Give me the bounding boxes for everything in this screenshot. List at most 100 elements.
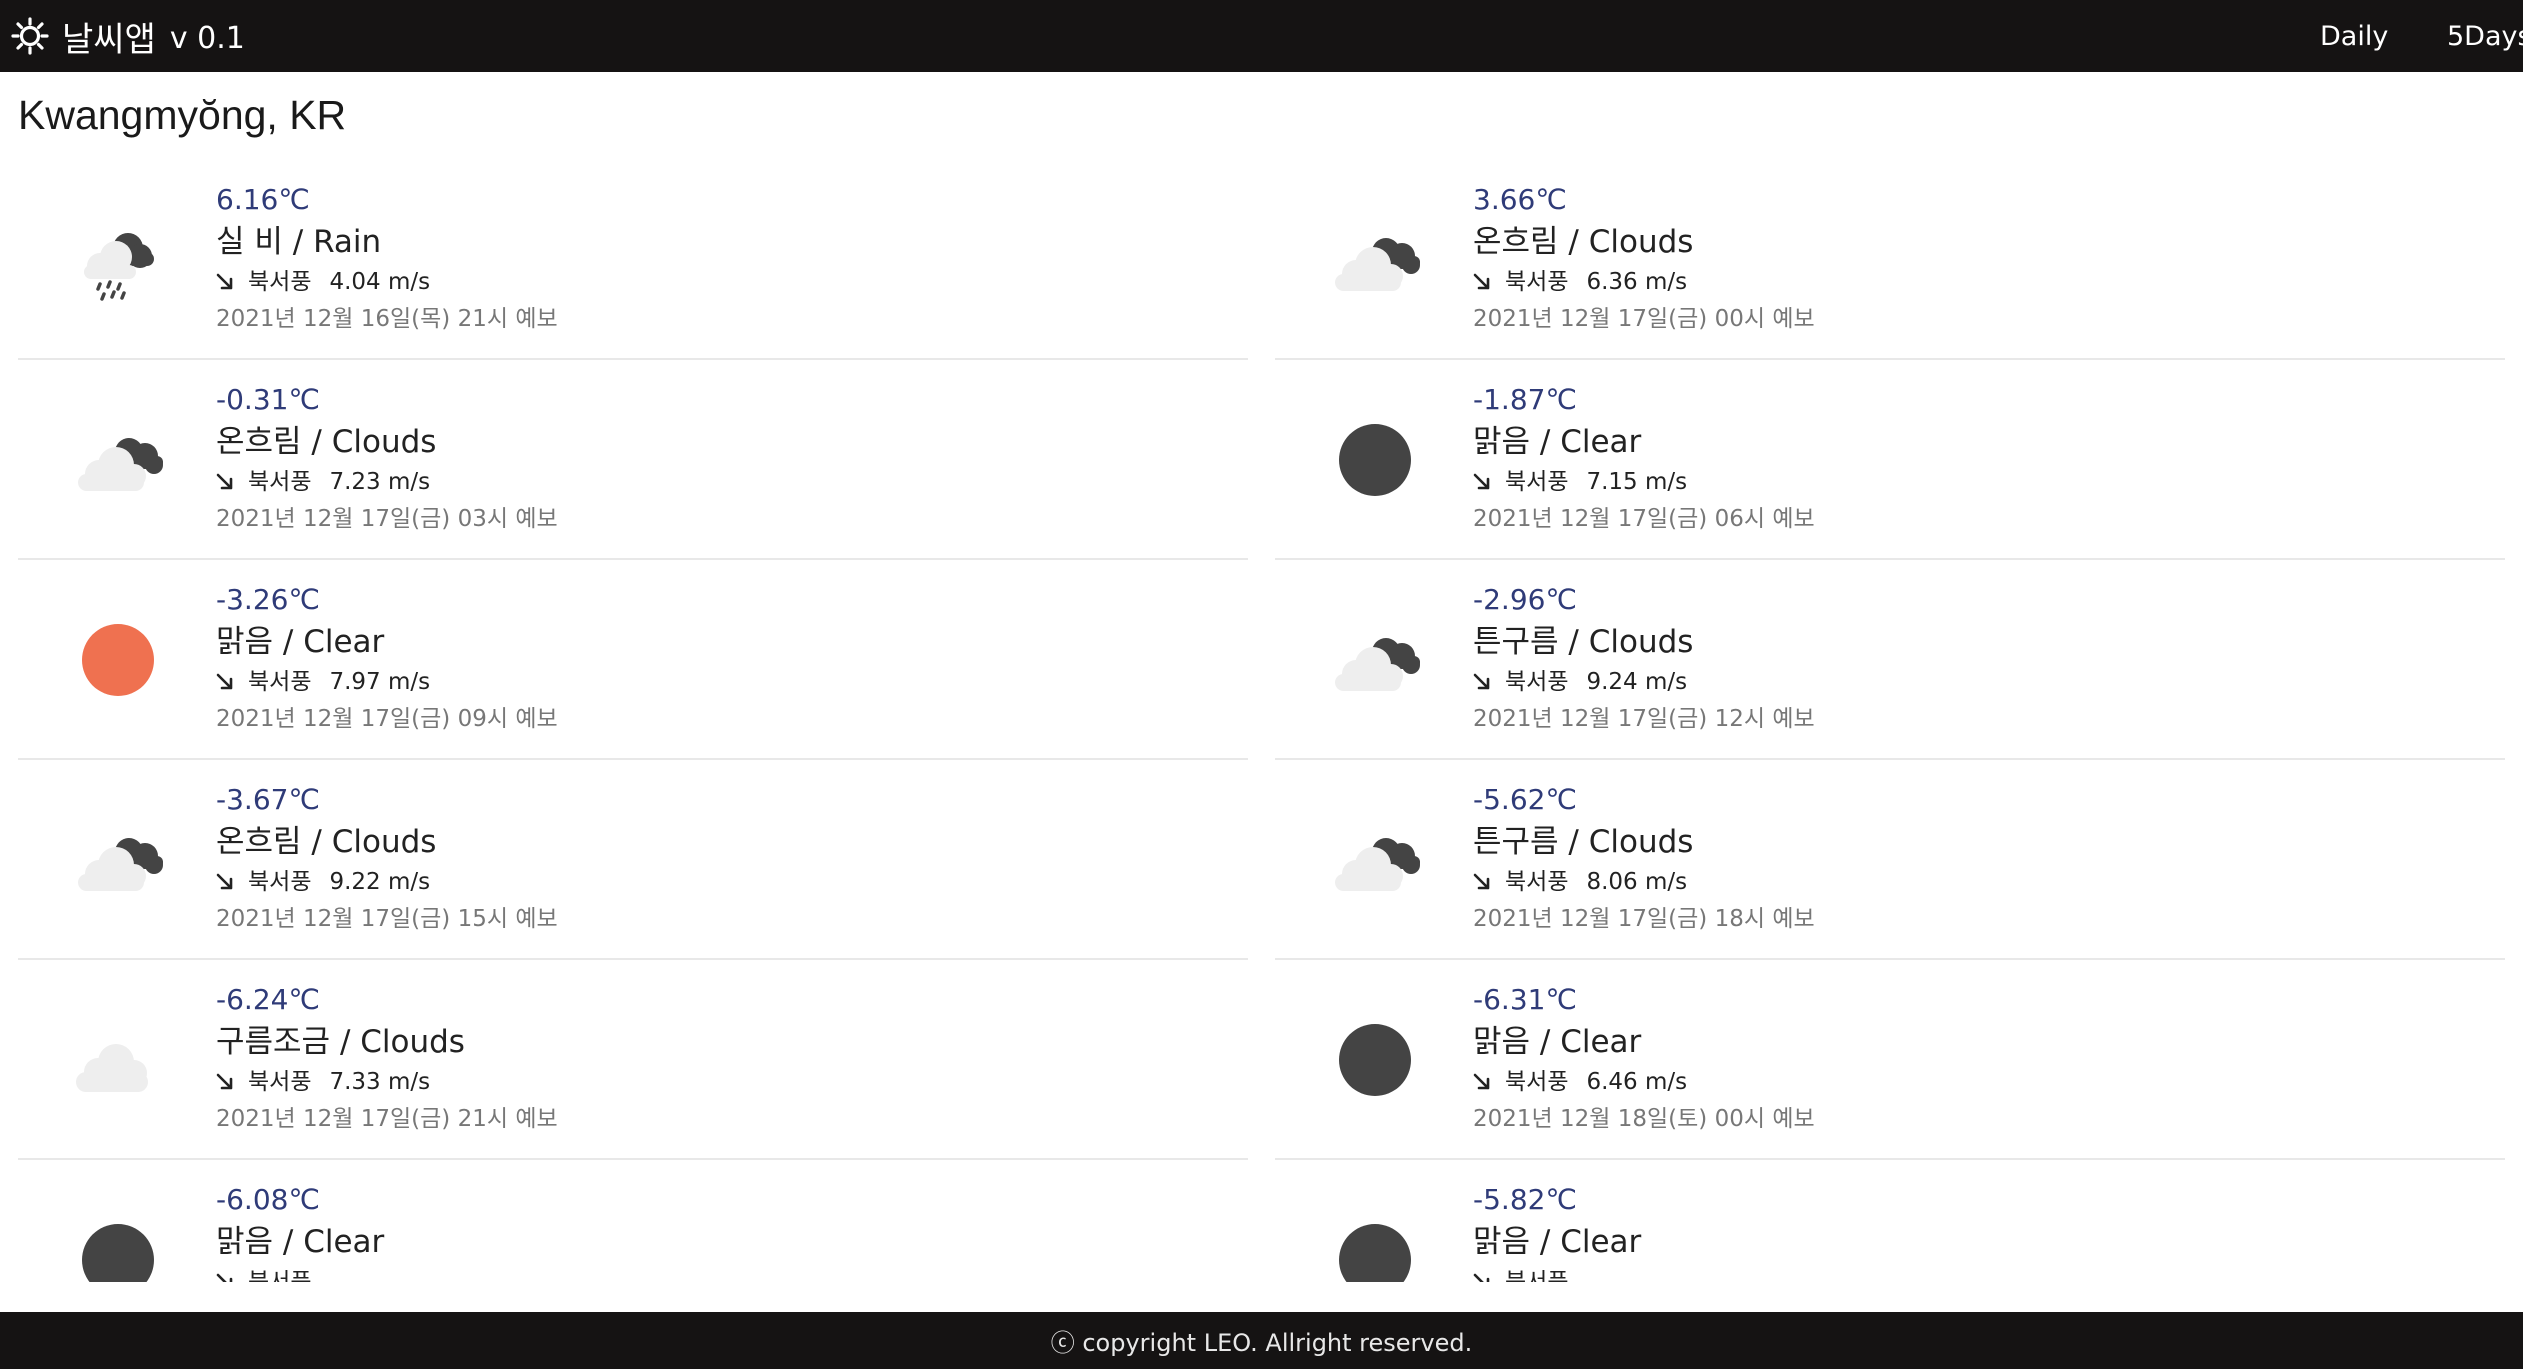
description-en: Clouds [331,824,437,860]
light-cloud-icon [66,1010,170,1110]
description-ko: 온흐림 [1473,224,1559,260]
description-ko: 튼구름 [1473,624,1559,660]
wind-direction: 북서풍 [248,469,312,495]
description-ko: 구름조금 [216,1024,331,1060]
wind-info: 북서풍 7.15 m/s [1473,464,1815,500]
description-en: Clouds [1588,824,1694,860]
temperature: -0.31℃ [216,383,320,416]
weather-description: 맑음 / Clear [216,624,385,660]
wind-direction-icon [1473,673,1490,690]
temperature: -2.96℃ [1473,583,1577,616]
wind-info: 북서풍 7.33 m/s [216,1064,558,1100]
temperature: 6.16℃ [216,183,310,216]
description-en: Clouds [1588,224,1694,260]
temperature: -6.08℃ [216,1183,320,1216]
description-ko: 온흐림 [216,824,302,860]
temperature: -1.87℃ [1473,383,1577,416]
weather-description: 온흐림 / Clouds [1473,224,1694,260]
description-en: Clouds [360,1024,465,1060]
wind-speed: 8.06 m/s [1586,869,1688,895]
forecast-card: -6.08℃ 맑음 / Clear 북서풍 [18,1160,1248,1282]
wind-info: 북서풍 8.06 m/s [1473,864,1815,900]
wind-speed: 7.23 m/s [329,469,431,495]
wind-speed: 7.97 m/s [329,669,431,695]
weather-description: 튼구름 / Clouds [1473,824,1694,860]
clouds-icon [66,810,170,910]
wind-direction-icon [1473,273,1490,290]
temperature: -3.26℃ [216,583,320,616]
description-ko: 맑음 [1473,424,1531,460]
clouds-icon [1323,810,1427,910]
forecast-card: -5.62℃ 튼구름 / Clouds 북서풍 8.06 m/s 2021년 12월 1… [1275,760,2505,960]
nav-daily-link[interactable]: Daily [2320,0,2388,72]
wind-speed: 7.15 m/s [1586,469,1688,495]
app-brand[interactable]: 날씨앱 v 0.1 [10,0,245,72]
clouds-icon [1323,210,1427,310]
forecast-datetime: 2021년 12월 17일(금) 18시 예보 [1473,906,1815,932]
clouds-icon [66,410,170,510]
forecast-card: 6.16℃ 실 비 / Rain 북서풍 4.04 m/s 2021년 12월 16일(… [18,160,1248,360]
description-ko: 맑음 [216,1224,274,1260]
wind-direction: 북서풍 [248,669,312,695]
rain-cloud-icon [66,210,170,310]
description-en: Clouds [331,424,437,460]
wind-info: 북서풍 [1473,1264,1641,1282]
forecast-datetime: 2021년 12월 17일(금) 21시 예보 [216,1106,558,1132]
description-ko: 온흐림 [216,424,302,460]
wind-direction-icon [216,473,233,490]
wind-direction: 북서풍 [248,1069,312,1095]
wind-direction-icon [216,873,233,890]
forecast-card: -3.26℃ 맑음 / Clear 북서풍 7.97 m/s 2021년 12월 17일… [18,560,1248,760]
description-ko: 맑음 [216,624,274,660]
wind-direction: 북서풍 [248,269,312,295]
wind-direction-icon [216,1073,233,1090]
wind-direction-icon [216,673,233,690]
forecast-datetime: 2021년 12월 17일(금) 12시 예보 [1473,706,1815,732]
footer-copyright: ⓒ copyright LEO. Allright reserved. [0,1312,2523,1369]
forecast-datetime: 2021년 12월 17일(금) 03시 예보 [216,506,558,532]
wind-direction: 북서풍 [1505,469,1569,495]
wind-speed: 7.33 m/s [329,1069,431,1095]
forecast-datetime: 2021년 12월 16일(목) 21시 예보 [216,306,558,332]
weather-description: 온흐림 / Clouds [216,424,437,460]
nav-5days-link[interactable]: 5Days [2447,0,2523,72]
wind-direction: 북서풍 [248,869,312,895]
forecast-datetime: 2021년 12월 18일(토) 00시 예보 [1473,1106,1815,1132]
wind-direction: 북서풍 [1505,269,1569,295]
temperature: -3.67℃ [216,783,320,816]
description-ko: 튼구름 [1473,824,1559,860]
forecast-datetime: 2021년 12월 17일(금) 09시 예보 [216,706,558,732]
wind-speed: 9.22 m/s [329,869,431,895]
temperature: -5.82℃ [1473,1183,1577,1216]
wind-direction: 북서풍 [1505,1069,1569,1095]
wind-direction-icon [1473,473,1490,490]
wind-direction-icon [216,1273,233,1282]
weather-description: 맑음 / Clear [216,1224,385,1260]
temperature: 3.66℃ [1473,183,1567,216]
clear-night-icon [1323,410,1427,510]
wind-info: 북서풍 4.04 m/s [216,264,558,300]
wind-info: 북서풍 6.36 m/s [1473,264,1815,300]
description-en: Clear [303,1224,385,1260]
forecast-datetime: 2021년 12월 17일(금) 00시 예보 [1473,306,1815,332]
sun-logo-icon [11,17,49,55]
clear-night-icon [66,1210,170,1282]
weather-description: 맑음 / Clear [1473,1224,1642,1260]
app-name: 날씨앱 [62,19,156,60]
wind-info: 북서풍 9.24 m/s [1473,664,1815,700]
description-en: Clear [303,624,385,660]
description-en: Clear [1560,424,1642,460]
wind-direction: 북서풍 [248,1269,312,1282]
clouds-icon [1323,610,1427,710]
description-en: Clear [1560,1224,1642,1260]
city-title: Kwangmyŏng, KR [18,92,347,138]
wind-info: 북서풍 7.23 m/s [216,464,558,500]
forecast-card: -6.24℃ 구름조금 / Clouds 북서풍 7.33 m/s 2021년 12월 … [18,960,1248,1160]
wind-direction-icon [216,273,233,290]
wind-direction-icon [1473,873,1490,890]
app-version: v 0.1 [169,20,245,56]
forecast-datetime: 2021년 12월 17일(금) 06시 예보 [1473,506,1815,532]
wind-direction: 북서풍 [1505,1269,1569,1282]
top-navbar: 날씨앱 v 0.1 Daily 5Days [0,0,2523,72]
weather-description: 맑음 / Clear [1473,424,1642,460]
